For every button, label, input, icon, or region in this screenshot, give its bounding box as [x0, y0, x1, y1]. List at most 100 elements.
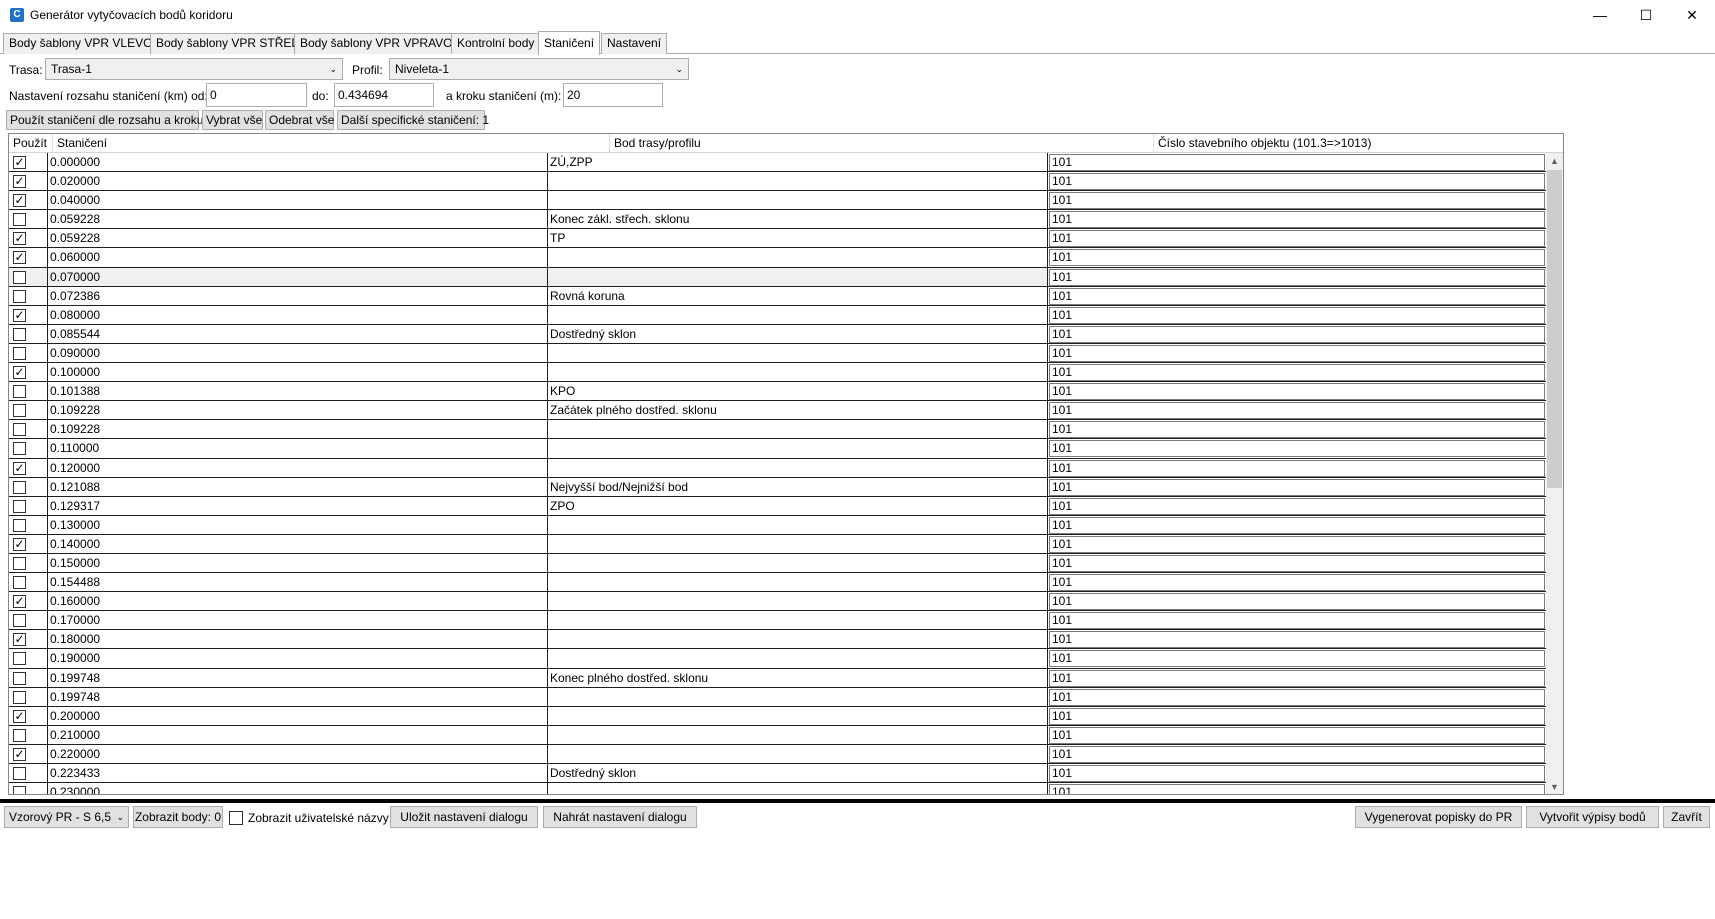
table-row[interactable]: ✓ 0.080000 101 [9, 305, 1547, 325]
tab-vpr-stred[interactable]: Body šablony VPR STŘED [150, 33, 307, 54]
object-number-input[interactable]: 101 [1049, 230, 1545, 248]
col-header-station[interactable]: Staničení [53, 134, 610, 153]
use-checkbox[interactable]: ✓ [13, 747, 26, 761]
trasa-dropdown[interactable]: Trasa-1 ⌄ [45, 58, 343, 80]
object-number-input[interactable]: 101 [1049, 478, 1545, 496]
point-cell[interactable] [548, 744, 1048, 764]
point-cell[interactable]: KPO [548, 382, 1048, 402]
point-cell[interactable] [548, 706, 1048, 726]
object-number-input[interactable]: 101 [1049, 688, 1545, 706]
col-header-object[interactable]: Číslo stavebního objektu (101.3=>1013) [1154, 134, 1563, 153]
use-checkbox[interactable]: ✓ [13, 366, 26, 380]
station-cell[interactable]: 0.109228 [48, 420, 548, 440]
station-cell[interactable]: 0.199748 [48, 668, 548, 688]
point-cell[interactable] [548, 458, 1048, 478]
station-cell[interactable]: 0.000000 [48, 153, 548, 172]
generate-labels-button[interactable]: Vygenerovat popisky do PR [1355, 806, 1522, 828]
table-row[interactable]: 0.170000 101 [9, 611, 1547, 631]
object-number-input[interactable]: 101 [1049, 707, 1545, 725]
table-row[interactable]: 0.059228 Konec zákl. střech. sklonu 101 [9, 210, 1547, 230]
use-checkbox[interactable]: ✓ [13, 232, 26, 246]
use-checkbox[interactable] [13, 652, 26, 666]
station-cell[interactable]: 0.160000 [48, 592, 548, 612]
point-cell[interactable]: Nejvyšší bod/Nejnižší bod [548, 477, 1048, 497]
maximize-button[interactable]: ☐ [1623, 0, 1669, 30]
object-number-input[interactable]: 101 [1049, 593, 1545, 611]
scrollbar-thumb[interactable] [1547, 170, 1562, 488]
close-button[interactable]: Zavřít [1663, 806, 1710, 828]
station-cell[interactable]: 0.040000 [48, 191, 548, 211]
point-cell[interactable]: Konec zákl. střech. sklonu [548, 210, 1048, 230]
table-row[interactable]: 0.190000 101 [9, 649, 1547, 669]
object-number-input[interactable]: 101 [1049, 325, 1545, 343]
station-cell[interactable]: 0.059228 [48, 229, 548, 249]
more-stations-button[interactable]: Další specifické staničení: 1 [337, 110, 489, 130]
point-cell[interactable] [548, 553, 1048, 573]
use-checkbox[interactable] [13, 690, 26, 704]
object-number-input[interactable]: 101 [1049, 383, 1545, 401]
table-row[interactable]: 0.109228 Začátek plného dostřed. sklonu 10… [9, 401, 1547, 421]
use-checkbox[interactable] [13, 671, 26, 685]
object-number-input[interactable]: 101 [1049, 402, 1545, 420]
show-points-button[interactable]: Zobrazit body: 0 [133, 806, 223, 828]
select-all-button[interactable]: Vybrat vše [202, 110, 263, 130]
object-number-input[interactable]: 101 [1049, 516, 1545, 534]
station-cell[interactable]: 0.060000 [48, 248, 548, 268]
col-header-point[interactable]: Bod trasy/profilu [610, 134, 1154, 153]
scroll-up-icon[interactable]: ▲ [1546, 153, 1563, 170]
station-cell[interactable]: 0.121088 [48, 477, 548, 497]
use-checkbox[interactable] [13, 423, 26, 437]
object-number-input[interactable]: 101 [1049, 612, 1545, 630]
object-number-input[interactable]: 101 [1049, 154, 1545, 171]
station-cell[interactable]: 0.080000 [48, 305, 548, 325]
use-checkbox[interactable]: ✓ [13, 175, 26, 189]
tab-nastaveni[interactable]: Nastavení [601, 33, 668, 54]
point-cell[interactable] [548, 363, 1048, 383]
range-to-input[interactable]: 0.434694 [334, 83, 434, 107]
table-row[interactable]: ✓ 0.059228 TP 101 [9, 229, 1547, 249]
remove-all-button[interactable]: Odebrat vše [265, 110, 334, 130]
use-checkbox[interactable] [13, 767, 26, 780]
table-row[interactable]: ✓ 0.200000 101 [9, 706, 1547, 726]
point-cell[interactable] [548, 172, 1048, 192]
point-cell[interactable] [548, 439, 1048, 459]
station-cell[interactable]: 0.070000 [48, 267, 548, 287]
object-number-input[interactable]: 101 [1049, 287, 1545, 305]
station-cell[interactable]: 0.223433 [48, 764, 548, 783]
use-checkbox[interactable] [13, 289, 26, 303]
object-number-input[interactable]: 101 [1049, 631, 1545, 649]
object-number-input[interactable]: 101 [1049, 192, 1545, 210]
station-cell[interactable]: 0.199748 [48, 687, 548, 707]
profil-dropdown[interactable]: Niveleta-1 ⌄ [389, 58, 689, 80]
station-cell[interactable]: 0.100000 [48, 363, 548, 383]
point-cell[interactable] [548, 248, 1048, 268]
use-checkbox[interactable] [13, 576, 26, 590]
station-cell[interactable]: 0.059228 [48, 210, 548, 230]
table-row[interactable]: ✓ 0.040000 101 [9, 191, 1547, 211]
use-checkbox[interactable] [13, 385, 26, 399]
table-row[interactable]: 0.223433 Dostředný sklon 101 [9, 764, 1547, 784]
object-number-input[interactable]: 101 [1049, 726, 1545, 744]
station-cell[interactable]: 0.109228 [48, 401, 548, 421]
create-listing-button[interactable]: Vytvořit výpisy bodů [1526, 806, 1659, 828]
table-row[interactable]: 0.199748 Konec plného dostřed. sklonu 101 [9, 668, 1547, 688]
table-row[interactable]: 0.109228 101 [9, 420, 1547, 440]
point-cell[interactable] [548, 649, 1048, 669]
vertical-scrollbar[interactable]: ▲ ▼ [1546, 153, 1563, 794]
point-cell[interactable] [548, 592, 1048, 612]
station-cell[interactable]: 0.190000 [48, 649, 548, 669]
apply-range-button[interactable]: Použít staničení dle rozsahu a kroku [6, 110, 203, 130]
object-number-input[interactable]: 101 [1049, 173, 1545, 191]
object-number-input[interactable]: 101 [1049, 459, 1545, 477]
table-row[interactable]: 0.130000 101 [9, 515, 1547, 535]
object-number-input[interactable]: 101 [1049, 306, 1545, 324]
station-cell[interactable]: 0.150000 [48, 553, 548, 573]
point-cell[interactable]: Rovná koruna [548, 286, 1048, 306]
object-number-input[interactable]: 101 [1049, 574, 1545, 592]
template-dropdown[interactable]: Vzorový PR - S 6,5 ⌄ [4, 806, 129, 828]
object-number-input[interactable]: 101 [1049, 440, 1545, 458]
object-number-input[interactable]: 101 [1049, 765, 1545, 782]
table-row[interactable]: 0.110000 101 [9, 439, 1547, 459]
use-checkbox[interactable]: ✓ [13, 461, 26, 475]
use-checkbox[interactable] [13, 518, 26, 532]
